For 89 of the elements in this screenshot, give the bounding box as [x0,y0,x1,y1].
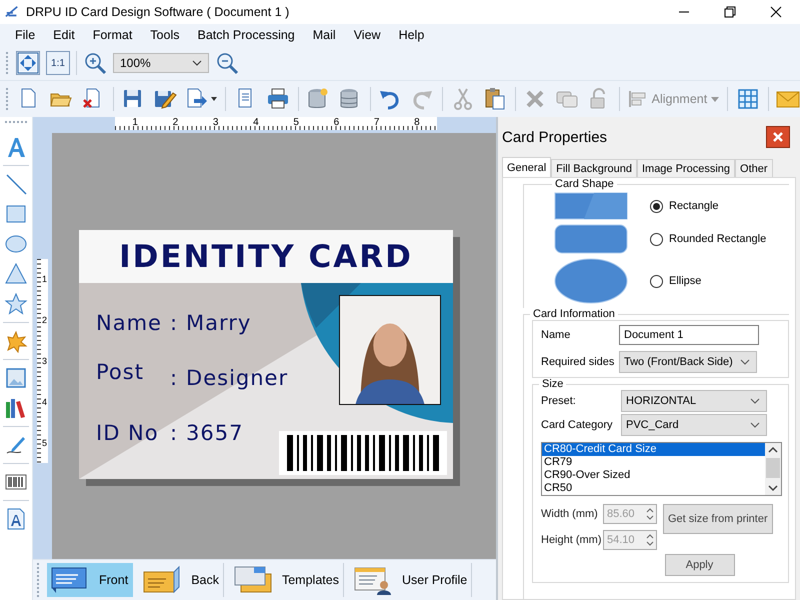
fit-to-window-icon [17,52,39,74]
menu-item[interactable]: Edit [44,28,84,42]
chevron-down-icon [740,359,750,365]
rectangle-shape-icon [554,192,628,220]
size-list-item[interactable]: CR79 [542,456,765,469]
menu-item[interactable]: Batch Processing [188,28,304,42]
database-icon[interactable] [306,87,330,111]
profile-card-icon [354,565,392,595]
name-input-field[interactable]: Document 1 [619,325,759,345]
panel-title: Card Properties [502,128,608,146]
image-tool-icon[interactable] [4,366,28,390]
print-icon[interactable] [266,87,290,111]
actual-size-button[interactable]: 1:1 [46,51,70,75]
caret-icon [211,97,218,101]
properties-tab[interactable]: General [502,157,552,177]
field-label: Width (mm) [541,508,599,520]
restore-icon[interactable] [724,6,736,18]
field-value: 3657 [186,420,244,447]
field-label: ID No [96,420,160,447]
paste-icon[interactable] [482,87,507,111]
size-list-item[interactable]: CR50 [542,482,765,495]
front-card-icon [51,565,89,595]
menu-item[interactable]: File [6,28,44,42]
vertical-ruler: 1 2 3 4 5 [37,259,48,463]
zoom-out-icon[interactable] [215,51,239,75]
apply-button[interactable]: Apply [664,554,734,576]
close-icon[interactable] [770,6,782,18]
size-list-item[interactable]: CR90-Over Sized [542,469,765,482]
rounded-rectangle-shape-icon [554,224,628,254]
field-value: Marry [186,310,252,337]
id-card[interactable]: IDENTITY CARD Name : Marry Post : Designer ID No : 3657 [79,230,453,479]
properties-tab[interactable]: Other [735,159,773,177]
side-tab[interactable]: Back [139,563,224,597]
field-label: Required sides [541,356,616,368]
chevron-down-icon [750,422,760,428]
field-value: Designer [186,365,288,392]
field-separator: : [170,310,178,337]
menu-item[interactable]: Help [390,28,434,42]
templates-card-icon [234,565,272,595]
field-label: Post [96,359,145,386]
chevron-down-icon [192,60,202,66]
group-title: Size [541,378,564,390]
get-size-from-printer-button[interactable]: Get size from printer [663,504,773,534]
field-label: Name [96,310,162,337]
chevron-down-icon [750,398,760,404]
size-list-item[interactable]: CR80-Credit Card Size [542,443,765,456]
field-label: Height (mm) [541,534,603,546]
align-left-icon [628,89,648,109]
app-logo-icon [4,5,20,19]
menu-item[interactable]: Tools [141,28,188,42]
back-card-icon [143,565,182,595]
zoom-in-icon[interactable] [83,51,107,75]
properties-tab[interactable]: Fill Background [551,159,637,177]
books-icon[interactable] [4,396,28,420]
zoom-dropdown[interactable]: 100% [113,53,209,73]
ellipse-shape-icon [554,258,628,304]
field-label: Preset: [541,395,577,407]
menu-item[interactable]: Mail [304,28,345,42]
group-title: Card Information [532,308,616,320]
line-tool-icon[interactable] [4,172,28,196]
preset-dropdown[interactable]: HORIZONTAL [621,390,767,412]
menu-item[interactable]: View [344,28,390,42]
group-title: Card Shape [554,178,615,190]
side-tab[interactable]: User Profile [350,563,472,597]
field-label: Card Category [541,419,614,431]
triangle-tool-icon[interactable] [4,262,28,286]
field-separator: : [170,420,178,447]
properties-tab[interactable]: Image Processing [636,159,736,177]
side-tab[interactable]: Front [47,563,134,597]
shape-radio-option[interactable]: Rounded Rectangle [650,232,766,246]
shape-radio-option[interactable]: Ellipse [650,274,702,288]
star-tool-icon[interactable] [4,292,28,316]
caret-icon [711,96,720,102]
scrollbar[interactable] [765,443,781,495]
horizontal-ruler: 1 2 3 4 5 6 7 8 [115,117,437,130]
side-tab[interactable]: Templates [230,563,344,597]
fit-to-window-button[interactable] [16,51,40,75]
field-label: Name [541,329,572,341]
close-panel-button[interactable] [766,126,790,148]
field-separator: : [170,365,178,392]
required-sides-dropdown[interactable]: Two (Front/Back Side) [619,351,757,373]
close-icon [772,131,784,143]
card-category-dropdown[interactable]: PVC_Card [621,414,767,436]
grid-icon[interactable] [736,87,760,111]
window-title: DRPU ID Card Design Software ( Document 1 ) [26,5,290,19]
splash-shape-icon[interactable] [4,329,28,353]
shape-radio-option[interactable]: Rectangle [650,200,719,212]
menu-item[interactable]: Format [84,28,142,42]
card-title: IDENTITY CARD [119,238,413,274]
